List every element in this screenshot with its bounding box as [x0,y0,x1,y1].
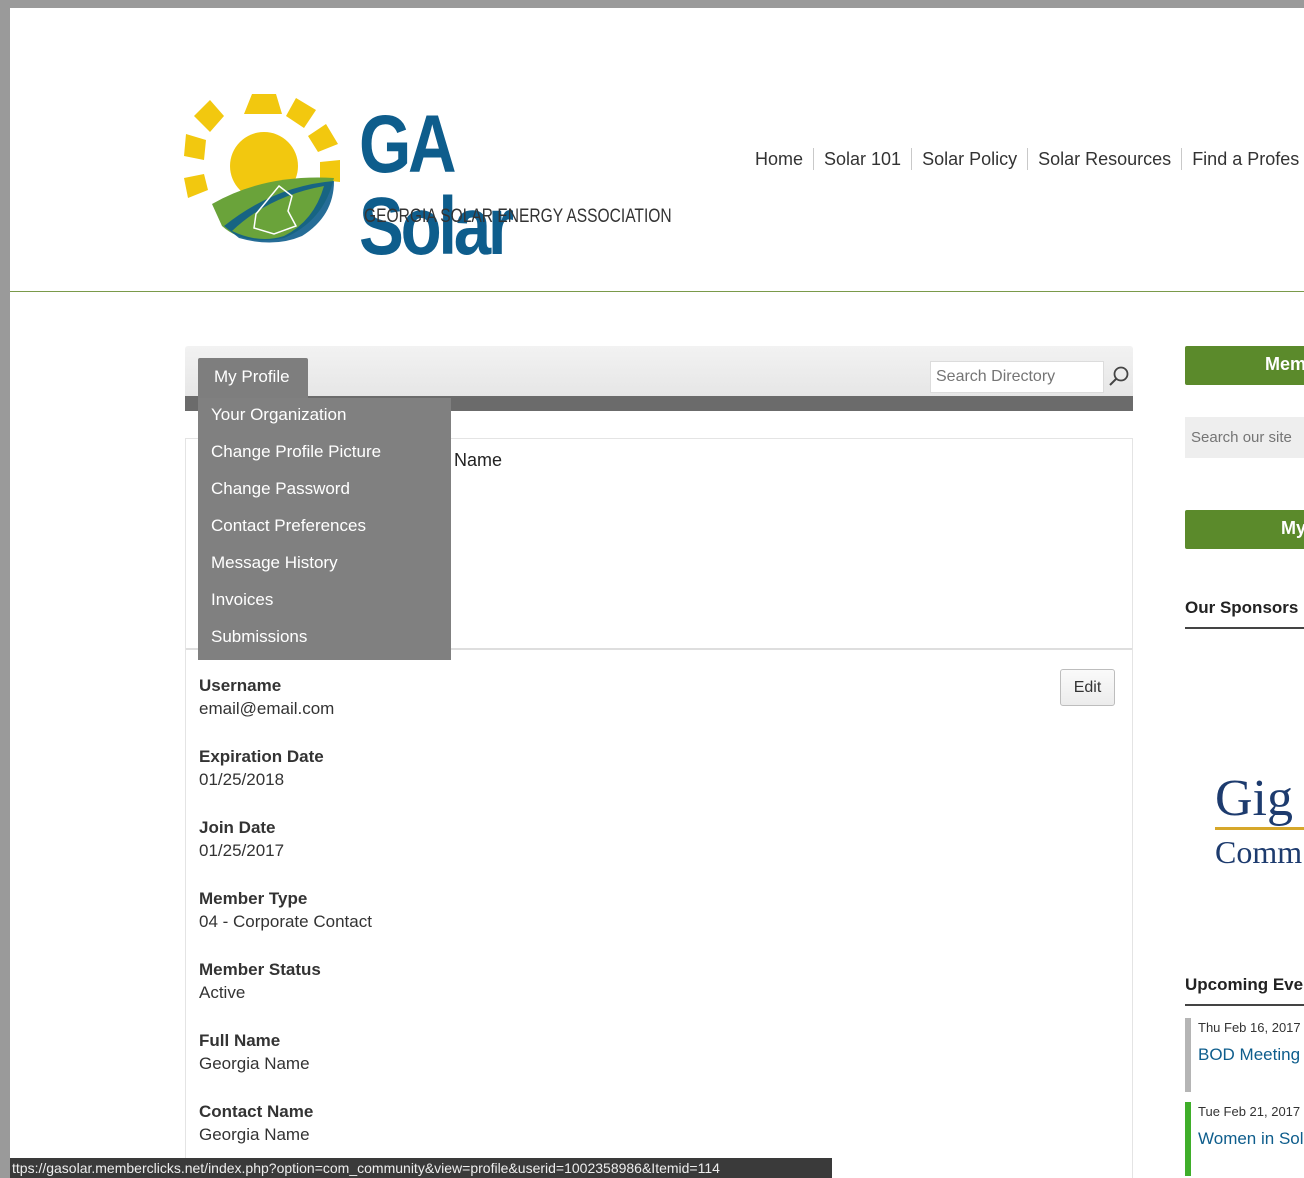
field-label: Username [199,676,282,695]
events-heading: Upcoming Eve [1185,975,1304,1006]
my-account-button[interactable]: My [1185,510,1304,549]
nav-solar-policy[interactable]: Solar Policy [912,149,1027,170]
edit-button[interactable]: Edit [1060,669,1115,706]
field-contact-name: Contact Name Georgia Name [199,1102,313,1145]
field-join-date: Join Date 01/25/2017 [199,818,284,861]
event-item[interactable]: Tue Feb 21, 2017 Women in Sol [1185,1102,1304,1176]
event-color-bar [1185,1018,1191,1092]
field-label: Contact Name [199,1102,314,1121]
menu-item-your-organization[interactable]: Your Organization [198,398,451,435]
sponsors-heading: Our Sponsors [1185,598,1304,629]
field-label: Expiration Date [199,747,324,766]
event-item[interactable]: Thu Feb 16, 2017 BOD Meeting [1185,1018,1304,1092]
field-value: email@email.com [199,699,335,718]
menu-item-contact-preferences[interactable]: Contact Preferences [198,509,451,546]
menu-item-submissions[interactable]: Submissions [198,620,451,657]
field-value: 01/25/2018 [199,770,285,789]
field-full-name: Full Name Georgia Name [199,1031,310,1074]
nav-solar-resources[interactable]: Solar Resources [1028,149,1181,170]
field-value: Georgia Name [199,1054,310,1073]
site-logo[interactable]: GA Solar GEORGIA SOLAR ENERGY ASSOCIATIO… [184,86,672,268]
profile-dropdown-menu: Your Organization Change Profile Picture… [198,398,451,660]
sponsor-logo-subtext: Comm [1215,834,1303,870]
field-username: Username email@email.com [199,676,334,719]
field-member-status: Member Status Active [199,960,321,1003]
field-label: Join Date [199,818,276,837]
field-value: 04 - Corporate Contact [199,912,372,931]
member-button[interactable]: Mem [1185,346,1304,385]
field-value: 01/25/2017 [199,841,285,860]
nav-find-professional[interactable]: Find a Profes [1182,149,1304,170]
sponsor-logo-rule [1215,827,1304,830]
page: GA Solar GEORGIA SOLAR ENERGY ASSOCIATIO… [10,8,1304,1178]
nav-home[interactable]: Home [745,149,813,170]
event-color-bar [1185,1102,1191,1176]
event-title[interactable]: Women in Sol [1198,1129,1304,1149]
logo-title: GA Solar [359,99,514,272]
nav-solar-101[interactable]: Solar 101 [814,149,911,170]
field-member-type: Member Type 04 - Corporate Contact [199,889,372,932]
sponsor-logo[interactable]: Gig Comm [1215,773,1304,868]
logo-subtitle: GEORGIA SOLAR ENERGY ASSOCIATION [364,206,672,227]
menu-item-invoices[interactable]: Invoices [198,583,451,620]
search-icon[interactable] [1107,364,1131,388]
tab-my-profile[interactable]: My Profile [198,358,308,398]
header-divider [10,291,1304,292]
event-date: Tue Feb 21, 2017 [1198,1104,1301,1119]
sun-logo-icon [184,94,340,243]
field-value: Active [199,983,246,1002]
field-label: Member Status [199,960,321,979]
menu-item-message-history[interactable]: Message History [198,546,451,583]
browser-status-bar: ttps://gasolar.memberclicks.net/index.ph… [10,1158,832,1178]
field-expiration-date: Expiration Date 01/25/2018 [199,747,324,790]
menu-item-change-profile-picture[interactable]: Change Profile Picture [198,435,451,472]
menu-item-change-password[interactable]: Change Password [198,472,451,509]
field-label: Full Name [199,1031,281,1050]
field-value: Georgia Name [199,1125,310,1144]
event-title[interactable]: BOD Meeting [1198,1045,1304,1065]
profile-name: Name [454,450,503,470]
event-date: Thu Feb 16, 2017 [1198,1020,1301,1035]
site-search-input[interactable] [1185,417,1304,458]
sponsor-logo-text: Gig [1215,770,1293,827]
field-label: Member Type [199,889,308,908]
main-nav: Home Solar 101 Solar Policy Solar Resour… [745,148,1304,170]
search-directory-input[interactable] [930,361,1104,393]
